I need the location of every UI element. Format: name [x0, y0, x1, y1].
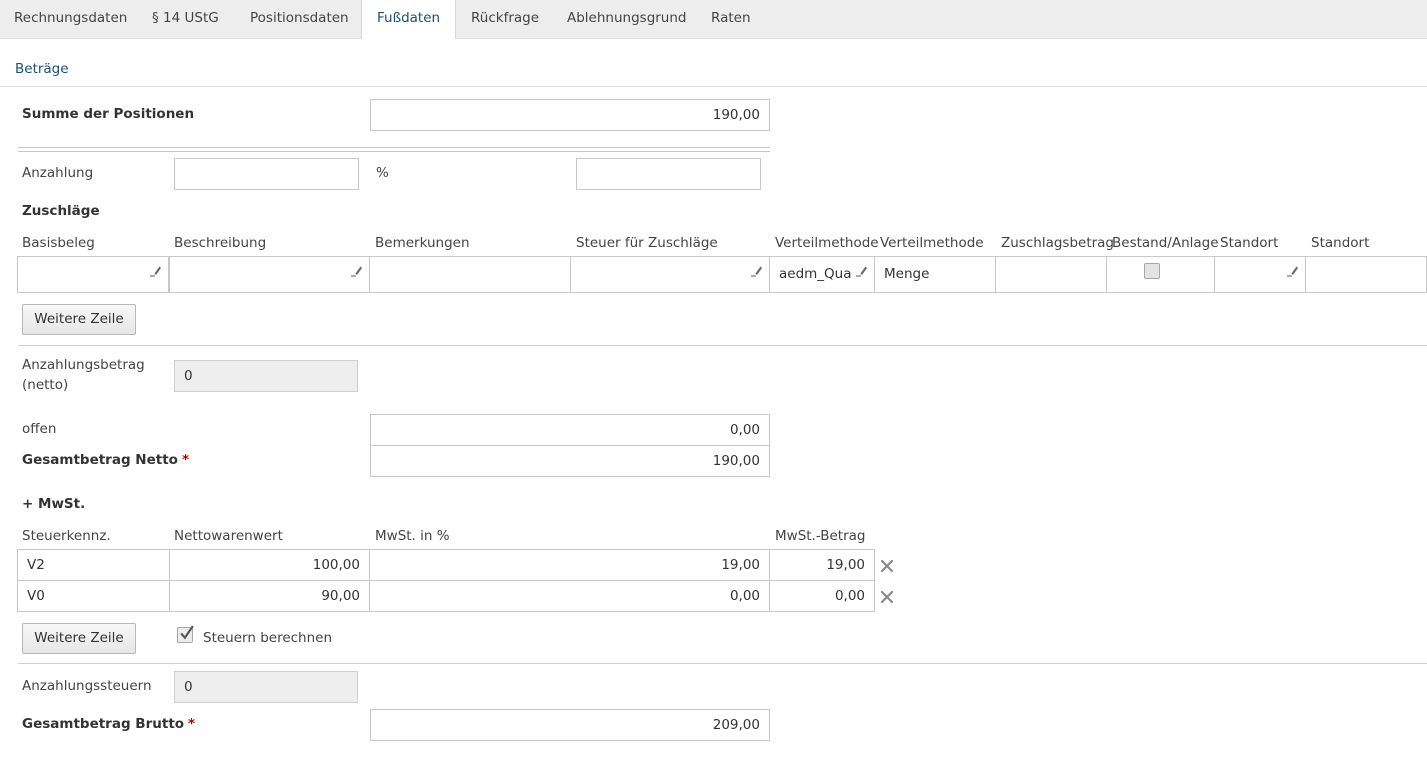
- col-mwst-prozent: MwSt. in %: [375, 528, 450, 544]
- anzahlungsbetrag-field: 0: [174, 360, 358, 392]
- divider: [18, 345, 1427, 346]
- nettowarenwert-cell[interactable]: 90,00: [169, 580, 370, 612]
- tab-fussdaten[interactable]: Fußdaten: [361, 0, 457, 39]
- col-steuer-zuschlaege: Steuer für Zuschläge: [576, 235, 718, 251]
- col-verteilmethode-code: Verteilmethode: [775, 235, 879, 251]
- anzahlungsbetrag-label-line1: Anzahlungsbetrag: [22, 357, 145, 373]
- tab-raten[interactable]: Raten: [711, 0, 751, 38]
- summe-field[interactable]: 190,00: [370, 99, 770, 131]
- col-standort-code: Standort: [1220, 235, 1279, 251]
- anzahlungssteuern-field: 0: [174, 671, 358, 703]
- col-steuerkennz: Steuerkennz.: [22, 528, 111, 544]
- zuschlaege-add-row-button[interactable]: Weitere Zeile: [22, 304, 136, 335]
- steuer-zuschlaege-cell[interactable]: [570, 256, 770, 293]
- verteilmethode-code-value: aedm_Qua: [779, 266, 852, 282]
- offen-field[interactable]: 0,00: [370, 414, 770, 446]
- bestand-anlage-checkbox[interactable]: [1144, 263, 1160, 279]
- tab-positionsdaten[interactable]: Positionsdaten: [250, 0, 349, 38]
- mwst-betrag-cell[interactable]: 0,00: [769, 580, 875, 612]
- col-verteilmethode-name: Verteilmethode: [880, 235, 984, 251]
- col-bemerkungen: Bemerkungen: [375, 235, 470, 251]
- col-standort-name: Standort: [1311, 235, 1370, 251]
- basisbeleg-cell[interactable]: [17, 256, 169, 293]
- steuern-berechnen-label: Steuern berechnen: [203, 630, 333, 646]
- col-mwst-betrag: MwSt.-Betrag: [775, 528, 866, 544]
- pencil-icon[interactable]: [150, 265, 162, 277]
- col-beschreibung: Beschreibung: [174, 235, 267, 251]
- pencil-icon[interactable]: [351, 265, 363, 277]
- gesamt-netto-label-text: Gesamtbetrag Netto: [22, 452, 178, 468]
- steuerkennz-cell[interactable]: V0: [17, 580, 170, 612]
- gesamt-netto-label: Gesamtbetrag Netto *: [22, 452, 189, 468]
- col-zuschlagsbetrag: Zuschlagsbetrag: [1001, 235, 1115, 251]
- verteilmethode-code-cell[interactable]: aedm_Qua: [769, 256, 875, 293]
- col-nettowarenwert: Nettowarenwert: [174, 528, 283, 544]
- percent-label: %: [376, 165, 389, 181]
- divider: [18, 663, 1427, 664]
- delete-row-icon[interactable]: [880, 590, 894, 604]
- col-bestand-anlage: Bestand/Anlage: [1112, 235, 1219, 251]
- beschreibung-cell[interactable]: [169, 256, 370, 293]
- gesamt-netto-field[interactable]: 190,00: [370, 445, 770, 477]
- verteilmethode-name-cell: Menge: [874, 256, 996, 293]
- mwst-add-row-button[interactable]: Weitere Zeile: [22, 623, 136, 654]
- mwst-title: + MwSt.: [22, 496, 86, 512]
- standort-name-cell: [1305, 256, 1427, 293]
- mwst-prozent-cell[interactable]: 19,00: [369, 549, 770, 581]
- pencil-icon[interactable]: [1287, 265, 1299, 277]
- anzahlung-percent-field[interactable]: [576, 158, 761, 190]
- tab-bar: Rechnungsdaten § 14 UStG Positionsdaten …: [0, 0, 1427, 39]
- pencil-icon[interactable]: [856, 265, 868, 277]
- section-divider: [0, 86, 1427, 87]
- gesamt-brutto-field[interactable]: 209,00: [370, 709, 770, 741]
- bemerkungen-cell[interactable]: [369, 256, 571, 293]
- zuschlaege-title: Zuschläge: [22, 203, 100, 219]
- checkmark-icon: [180, 625, 194, 640]
- nettowarenwert-cell[interactable]: 100,00: [169, 549, 370, 581]
- col-basisbeleg: Basisbeleg: [22, 235, 95, 251]
- tab-rueckfrage[interactable]: Rückfrage: [471, 0, 539, 38]
- delete-row-icon[interactable]: [880, 559, 894, 573]
- standort-code-cell[interactable]: [1214, 256, 1306, 293]
- table-edge: [18, 147, 770, 148]
- gesamt-brutto-label-text: Gesamtbetrag Brutto: [22, 716, 185, 732]
- mwst-prozent-cell[interactable]: 0,00: [369, 580, 770, 612]
- anzahlung-label: Anzahlung: [22, 165, 94, 181]
- anzahlungsbetrag-label-line2: (netto): [22, 377, 69, 393]
- required-marker: *: [181, 452, 190, 468]
- tab-ablehnungsgrund[interactable]: Ablehnungsgrund: [567, 0, 687, 38]
- gesamt-brutto-label: Gesamtbetrag Brutto *: [22, 716, 195, 732]
- steuern-berechnen-checkbox[interactable]: [177, 625, 194, 643]
- offen-label: offen: [22, 421, 57, 437]
- pencil-icon[interactable]: [751, 265, 763, 277]
- required-marker: *: [188, 716, 196, 732]
- anzahlung-field[interactable]: [174, 158, 359, 190]
- summe-label: Summe der Positionen: [22, 106, 195, 122]
- anzahlungssteuern-label: Anzahlungssteuern: [22, 678, 152, 694]
- mwst-betrag-cell[interactable]: 19,00: [769, 549, 875, 581]
- tab-14-ustg[interactable]: § 14 UStG: [152, 0, 219, 38]
- steuerkennz-cell[interactable]: V2: [17, 549, 170, 581]
- zuschlagsbetrag-cell[interactable]: [995, 256, 1107, 293]
- bestand-anlage-cell: [1106, 256, 1215, 293]
- section-title: Beträge: [15, 61, 69, 77]
- table-edge: [18, 151, 770, 152]
- tab-rechnungsdaten[interactable]: Rechnungsdaten: [14, 0, 127, 38]
